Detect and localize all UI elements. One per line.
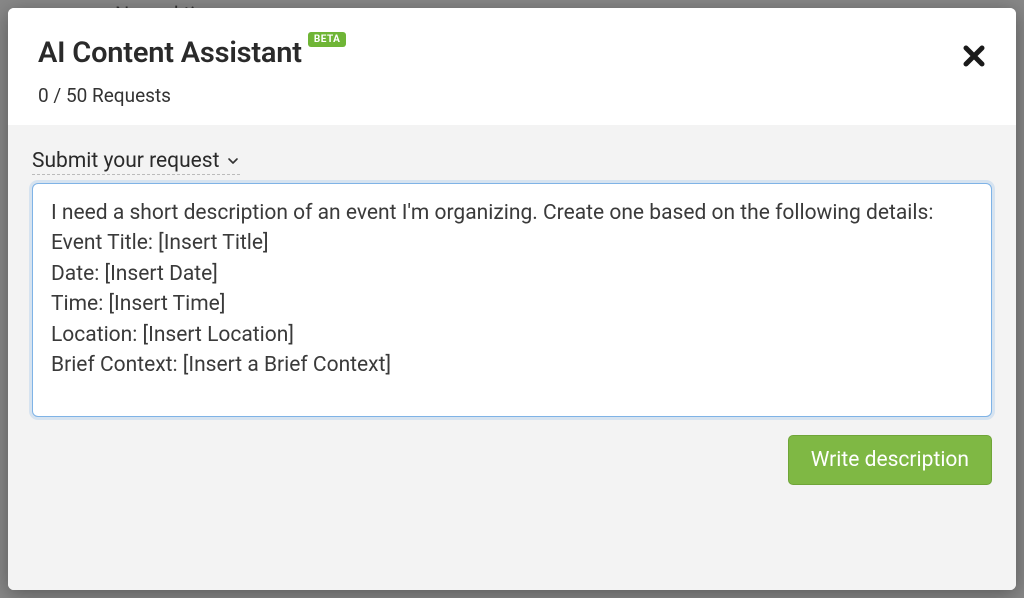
modal-actions: Write description [32, 435, 992, 485]
beta-badge: BETA [308, 32, 347, 47]
close-button[interactable] [960, 42, 988, 70]
requests-counter: 0 / 50 Requests [38, 84, 986, 107]
title-row: AI Content Assistant BETA [38, 36, 986, 70]
ai-assistant-modal: AI Content Assistant BETA 0 / 50 Request… [8, 8, 1016, 590]
modal-body: Submit your request Write description [8, 125, 1016, 590]
modal-header: AI Content Assistant BETA 0 / 50 Request… [8, 8, 1016, 125]
write-description-button[interactable]: Write description [788, 435, 992, 485]
close-icon [962, 44, 986, 68]
prompt-template-dropdown[interactable]: Submit your request [32, 149, 240, 175]
chevron-down-icon [226, 154, 240, 168]
prompt-textarea[interactable] [32, 183, 992, 417]
modal-title: AI Content Assistant [38, 36, 302, 70]
prompt-label-text: Submit your request [32, 149, 220, 173]
